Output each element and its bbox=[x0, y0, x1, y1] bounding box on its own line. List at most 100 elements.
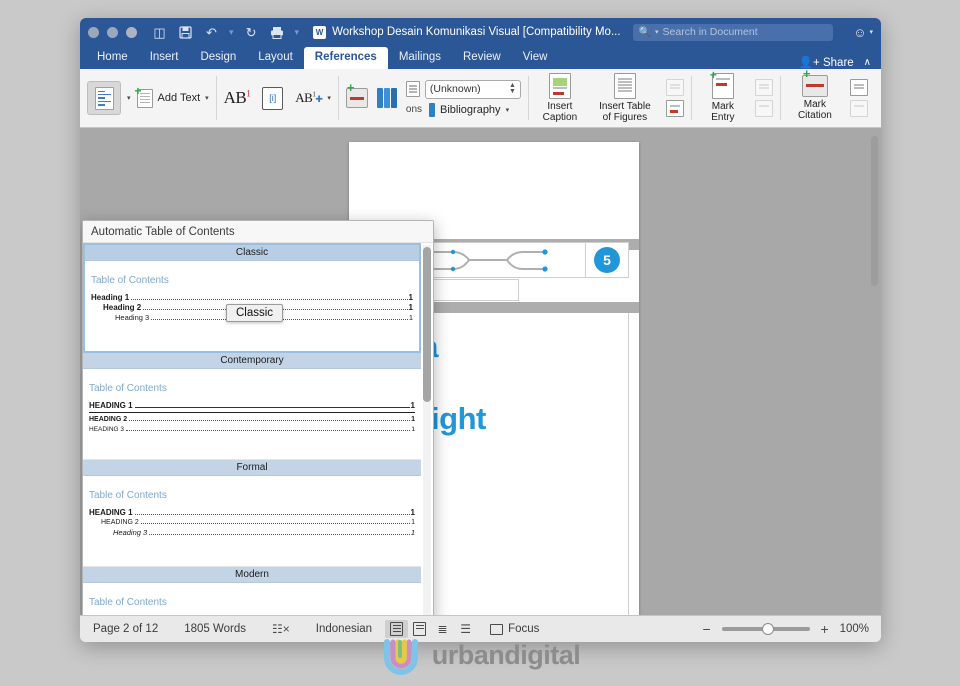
entry-text: Heading 1 bbox=[91, 293, 130, 302]
gallery-item-modern[interactable]: Modern Table of Contents Heading 1 1 Hea… bbox=[83, 567, 421, 615]
smiley-icon: ☺ bbox=[853, 24, 867, 40]
entry-text: HEADING 3 bbox=[89, 426, 125, 433]
search-in-document-field[interactable]: 🔍 ▾ Search in Document bbox=[632, 23, 833, 41]
print-icon[interactable] bbox=[269, 24, 286, 41]
preview-title: Table of Contents bbox=[89, 490, 167, 501]
window-title-bar: ◫ ↶ ▾ ↻ ▾ W Workshop Desain Komunikasi V… bbox=[80, 18, 881, 46]
mark-citation-label-line2: Citation bbox=[797, 110, 832, 121]
mark-citation-button[interactable]: + Mark Citation bbox=[788, 67, 842, 121]
insert-endnote-button[interactable]: [i] bbox=[260, 84, 284, 110]
tab-design[interactable]: Design bbox=[189, 47, 247, 69]
entry-page: 1 bbox=[408, 293, 413, 302]
cross-reference-icon[interactable] bbox=[665, 100, 684, 117]
entry-page: 1 bbox=[411, 519, 415, 526]
gallery-item-preview: Table of Contents HEADING 1 1 HEADING 2 … bbox=[83, 369, 421, 459]
authorities-extra-stack bbox=[849, 79, 868, 117]
watermark-text: urbandigital bbox=[431, 639, 581, 670]
add-text-button[interactable]: + Add Text ▾ bbox=[135, 85, 209, 108]
ribbon-group-authorities: + Mark Citation bbox=[781, 67, 875, 127]
quick-access-toolbar: ◫ ↶ ▾ ↻ ▾ bbox=[151, 24, 299, 41]
minimize-button[interactable] bbox=[107, 26, 118, 38]
gallery-header: Automatic Table of Contents bbox=[83, 221, 433, 243]
mark-entry-button[interactable]: + Mark Entry bbox=[699, 69, 747, 123]
gallery-item-list: Classic Table of Contents Heading 1 1 He… bbox=[83, 243, 421, 615]
leader-dots bbox=[129, 420, 411, 421]
gallery-item-classic[interactable]: Classic Table of Contents Heading 1 1 He… bbox=[83, 243, 421, 353]
gallery-scrollbar-thumb[interactable] bbox=[423, 247, 431, 402]
insert-citation-button[interactable]: + bbox=[345, 81, 368, 108]
tab-mailings[interactable]: Mailings bbox=[388, 47, 452, 69]
insert-caption-button[interactable]: Insert Caption bbox=[536, 73, 584, 123]
customize-caret[interactable]: ▾ bbox=[295, 27, 300, 38]
redo-icon[interactable]: ↻ bbox=[243, 24, 260, 41]
save-icon[interactable] bbox=[177, 24, 194, 41]
next-footnote-button[interactable]: AB1✚ ▾ bbox=[295, 90, 331, 106]
tab-layout[interactable]: Layout bbox=[247, 47, 304, 69]
citation-style-stack: (Unknown) ▲ ▼ ons Bibliography ▾ bbox=[405, 79, 521, 117]
search-placeholder: Search in Document bbox=[662, 26, 758, 38]
entry-page: 1 bbox=[410, 528, 415, 537]
bibliography-icon bbox=[429, 102, 436, 117]
sidebar-toggle-icon[interactable]: ◫ bbox=[151, 24, 168, 41]
search-icon: 🔍 bbox=[638, 26, 651, 38]
leader-dots bbox=[140, 523, 411, 524]
preview-entry-h1: HEADING 1 1 bbox=[89, 401, 415, 413]
citation-style-value: (Unknown) bbox=[429, 83, 481, 95]
add-text-label: Add Text bbox=[157, 92, 201, 104]
footnote-superscript: 1 bbox=[246, 88, 251, 99]
manage-sources-icon[interactable] bbox=[376, 88, 397, 108]
tab-insert[interactable]: Insert bbox=[139, 47, 190, 69]
toc-dropdown-caret-icon[interactable]: ▾ bbox=[127, 94, 131, 102]
citation-style-select[interactable]: (Unknown) ▲ ▼ bbox=[424, 79, 521, 99]
zoom-slider[interactable] bbox=[721, 623, 810, 635]
tab-home[interactable]: Home bbox=[86, 47, 139, 69]
mark-entry-icon: + bbox=[710, 69, 734, 99]
plus-icon: + bbox=[802, 66, 811, 81]
mark-entry-label-line2: Entry bbox=[711, 112, 735, 123]
index-extra-stack bbox=[754, 79, 773, 117]
document-vertical-scrollbar[interactable] bbox=[871, 136, 878, 286]
preview-title: Table of Contents bbox=[91, 275, 169, 286]
update-table-icon bbox=[665, 79, 684, 96]
insert-caption-icon bbox=[548, 73, 571, 99]
tab-view[interactable]: View bbox=[512, 47, 559, 69]
bibliography-button[interactable]: Bibliography bbox=[440, 104, 501, 116]
share-area: 👤+ Share ∧ bbox=[799, 55, 881, 70]
insert-table-of-authorities-icon[interactable] bbox=[849, 79, 868, 96]
feedback-smiley-button[interactable]: ☺ ▾ bbox=[853, 25, 873, 40]
insert-footnote-button[interactable]: AB1 bbox=[224, 88, 251, 108]
tab-references[interactable]: References bbox=[303, 47, 388, 69]
insert-table-of-figures-button[interactable]: Insert Table of Figures bbox=[594, 73, 656, 123]
slide-number-cell: 5 bbox=[586, 243, 628, 277]
undo-dropdown-caret[interactable]: ▾ bbox=[229, 27, 234, 38]
entry-text: HEADING 1 bbox=[89, 401, 133, 410]
preview-entry-h1: Heading 1 1 bbox=[91, 293, 413, 303]
search-dropdown-caret[interactable]: ▾ bbox=[655, 28, 659, 36]
stepper-icon[interactable]: ▲ ▼ bbox=[509, 82, 516, 95]
gallery-scroll-region[interactable]: Classic Table of Contents Heading 1 1 He… bbox=[83, 243, 433, 615]
table-of-contents-gallery: Automatic Table of Contents Classic Tabl… bbox=[82, 220, 434, 615]
table-of-contents-button[interactable] bbox=[87, 81, 121, 115]
tab-review[interactable]: Review bbox=[452, 47, 512, 69]
word-document-icon: W bbox=[313, 25, 327, 39]
gallery-item-contemporary[interactable]: Contemporary Table of Contents HEADING 1… bbox=[83, 353, 421, 460]
zoom-button[interactable] bbox=[126, 26, 137, 38]
add-text-icon: + bbox=[135, 85, 153, 108]
preview-title: Table of Contents bbox=[89, 383, 167, 394]
focus-icon bbox=[490, 623, 504, 635]
gallery-item-formal[interactable]: Formal Table of Contents HEADING 1 1 HEA… bbox=[83, 460, 421, 567]
ribbon-toolbar: ▾ + Add Text ▾ AB1 [i] AB1✚ ▾ + (Unknown… bbox=[80, 67, 881, 128]
endnote-bracket-label: [i] bbox=[269, 93, 277, 103]
preview-title: Table of Contents bbox=[89, 597, 167, 608]
add-text-caret-icon[interactable]: ▾ bbox=[205, 94, 209, 102]
entry-text: HEADING 1 bbox=[89, 508, 133, 517]
close-button[interactable] bbox=[88, 26, 99, 38]
document-canvas[interactable]: 5 e of a ner e of fight t the ss. Automa… bbox=[80, 128, 881, 615]
next-footnote-caret-icon[interactable]: ▾ bbox=[327, 94, 331, 102]
bibliography-caret-icon[interactable]: ▾ bbox=[506, 106, 510, 114]
preview-entry-h3: Heading 3 1 bbox=[89, 528, 415, 538]
undo-icon[interactable]: ↶ bbox=[203, 24, 220, 41]
entry-text: HEADING 2 bbox=[101, 519, 139, 526]
entry-page: 1 bbox=[411, 426, 415, 433]
collapse-ribbon-icon[interactable]: ∧ bbox=[864, 57, 871, 68]
